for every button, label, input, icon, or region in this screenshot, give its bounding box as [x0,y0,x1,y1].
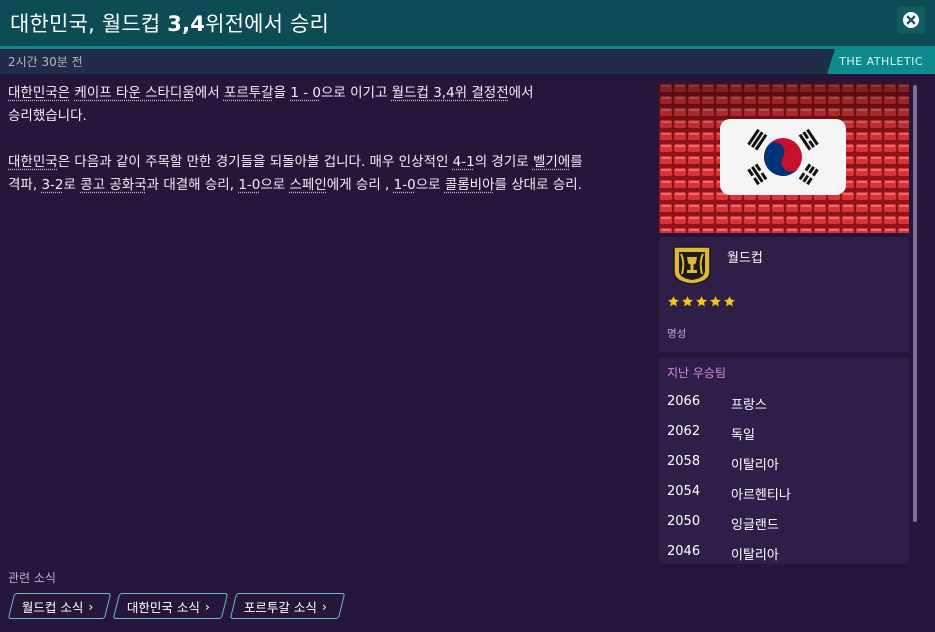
winner-year: 2066 [667,394,701,409]
chevron-right-icon: › [322,598,328,614]
text: 을 [273,85,291,101]
winner-row[interactable]: 2066 프랑스 [659,394,909,424]
related-news-chips: 월드컵 소식 › 대한민국 소식 › 포르투갈 소식 › [7,593,346,619]
related-chip-korea[interactable]: 대한민국 소식 › [113,593,229,619]
close-button[interactable] [897,6,925,34]
article-paragraph-1: 대한민국은 케이프 타운 스타디움에서 포르투갈을 1 - 0으로 이기고 월드… [8,82,648,128]
link-score[interactable]: 3-2 [41,177,63,193]
winner-row[interactable]: 2046 이탈리아 [659,544,909,564]
competition-card[interactable]: 월드컵 명성 [659,237,909,352]
time-ago: 2시간 30분 전 [8,55,83,69]
link-congo[interactable]: 콩고 공화국 [80,177,146,193]
text: 에서 [508,85,534,101]
title-prefix: 대한민국, 월드컵 [10,12,168,36]
star-icon [668,296,679,307]
text: 를 상대로 승리. [494,177,582,193]
chip-label: 대한민국 소식 [127,599,201,615]
text: 를 [570,154,583,170]
text: 은 다음과 같이 주목할 만한 경기들을 되돌아볼 겁니다. 매우 인상적인 [57,154,453,170]
close-circle-icon [903,12,919,28]
link-match[interactable]: 월드컵 3,4위 결정전 [392,85,509,101]
chevron-right-icon: › [88,598,94,614]
winner-year: 2046 [667,544,701,559]
text: 로 [63,177,81,193]
meta-bar: 2시간 30분 전 THE ATHLETIC [0,46,935,74]
text: 과 대결해 승리, [146,177,239,193]
page-title: 대한민국, 월드컵 3,4위전에서 승리 [10,8,329,38]
link-colombia[interactable]: 콜롬비아 [445,177,495,193]
star-icon [710,296,721,307]
past-winners-label: 지난 우승팀 [667,366,727,380]
link-score[interactable]: 1-0 [394,177,416,193]
winner-year: 2054 [667,484,701,499]
winner-country: 아르헨티나 [731,488,791,503]
text: 격파, [8,177,42,193]
text: 으로 [415,177,445,193]
reputation-stars [667,295,736,308]
winner-country: 잉글랜드 [731,518,779,533]
competition-name: 월드컵 [727,251,763,266]
source-tag: THE ATHLETIC [827,49,935,74]
star-icon [696,296,707,307]
article-body: 대한민국은 케이프 타운 스타디움에서 포르투갈을 1 - 0으로 이기고 월드… [8,82,648,220]
text: 으로 [260,177,290,193]
stadium-seats-flag-icon [659,83,909,233]
link-stadium[interactable]: 케이프 타운 스타디움 [74,85,194,101]
reputation-label: 명성 [667,328,687,340]
link-korea[interactable]: 대한민국은 [8,85,70,101]
link-portugal[interactable]: 포르투갈 [224,85,274,101]
link-spain[interactable]: 스페인 [290,177,327,193]
winner-year: 2050 [667,514,701,529]
link-korea[interactable]: 대한민국 [8,154,58,170]
text: 에게 승리 , [326,177,394,193]
winner-country: 독일 [731,428,755,443]
link-score[interactable]: 1-0 [238,177,260,193]
text: 으로 이기고 [320,85,392,101]
chevron-right-icon: › [205,598,211,614]
text: 에서 [194,85,224,101]
star-icon [724,296,735,307]
title-bold: 3,4 [167,12,206,36]
related-news-label: 관련 소식 [8,571,56,585]
winner-year: 2062 [667,424,701,439]
title-suffix: 위전에서 승리 [205,12,330,36]
news-image-panel [659,83,909,233]
link-belgium[interactable]: 벨기에 [533,154,570,170]
winner-row[interactable]: 2054 아르헨티나 [659,484,909,514]
article-paragraph-2: 대한민국은 다음과 같이 주목할 만한 경기들을 되돌아볼 겁니다. 매우 인상… [8,151,648,197]
star-icon [682,296,693,307]
related-chip-portugal[interactable]: 포르투갈 소식 › [230,593,346,619]
korea-flag-image [659,83,909,233]
scrollbar[interactable] [913,85,917,522]
related-chip-worldcup[interactable]: 월드컵 소식 › [7,593,112,619]
winner-country: 이탈리아 [731,458,779,473]
chip-label: 월드컵 소식 [22,599,84,615]
chip-label: 포르투갈 소식 [244,599,318,615]
link-score[interactable]: 1 - 0 [290,85,321,101]
winner-country: 이탈리아 [731,548,779,563]
text: 승리했습니다. [8,108,87,124]
world-cup-trophy-icon [673,246,711,285]
text: 의 경기로 [474,154,533,170]
title-bar: 대한민국, 월드컵 3,4위전에서 승리 [0,0,935,46]
winner-row[interactable]: 2062 독일 [659,424,909,454]
link-score[interactable]: 4-1 [453,154,475,170]
winner-country: 프랑스 [731,398,767,413]
winner-row[interactable]: 2050 잉글랜드 [659,514,909,544]
past-winners-panel: 지난 우승팀 2066 프랑스 2062 독일 2058 이탈리아 2054 아르헨티나… [659,357,909,564]
winner-year: 2058 [667,454,701,469]
winner-row[interactable]: 2058 이탈리아 [659,454,909,484]
